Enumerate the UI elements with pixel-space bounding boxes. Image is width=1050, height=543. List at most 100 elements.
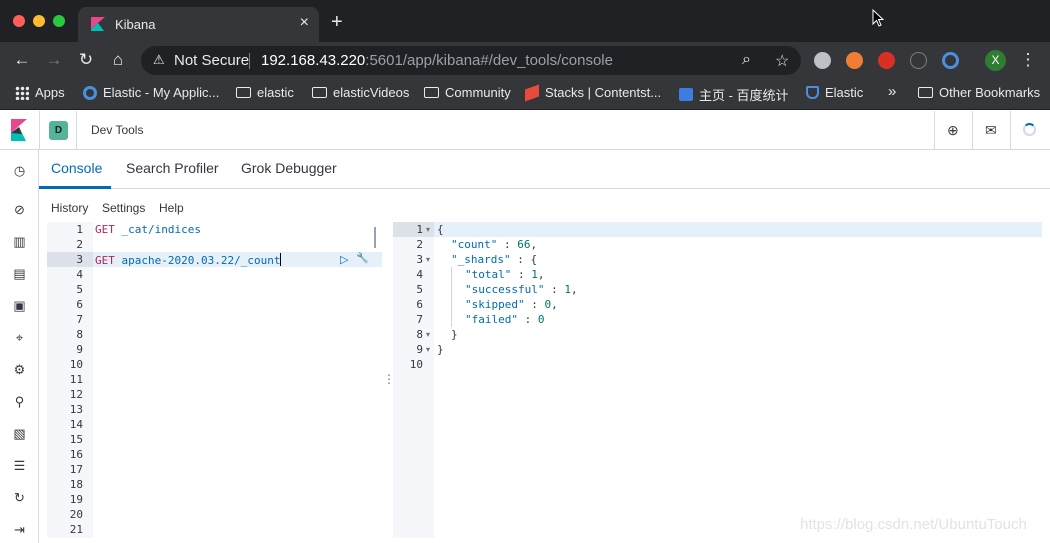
bookmark-elastic[interactable]: Elastic: [806, 85, 863, 100]
tab-console[interactable]: Console: [51, 160, 102, 176]
bookmark-stacks-contentstack[interactable]: Stacks | Contentst...: [525, 83, 661, 102]
newsfeed-mail-icon[interactable]: ✉: [985, 122, 997, 139]
json-value: 1: [531, 268, 538, 281]
wrench-icon[interactable]: 🔧: [356, 253, 368, 264]
editor-line-number: 7: [76, 313, 83, 326]
json-punctuation: ,: [530, 238, 538, 251]
json-value: 1: [564, 283, 571, 296]
url-text[interactable]: 192.168.43.220:5601/app/kibana#/dev_tool…: [261, 52, 613, 69]
maps-icon[interactable]: ⌖: [11, 329, 28, 346]
baidu-tongji-favicon: [679, 88, 693, 101]
elastic-favicon: [83, 85, 97, 100]
zoom-window-button[interactable]: [53, 15, 65, 27]
tab-grok-debugger[interactable]: Grok Debugger: [241, 160, 337, 176]
help-lifebuoy-icon[interactable]: ⊕: [947, 122, 959, 139]
recent-clock-icon[interactable]: ◷: [11, 162, 28, 179]
help-link[interactable]: Help: [159, 201, 184, 215]
editor-line-number: 18: [69, 478, 83, 491]
editor-line-number: 16: [69, 448, 83, 461]
new-tab-button[interactable]: +: [331, 12, 343, 32]
extension-blue-ring-icon[interactable]: [942, 52, 959, 69]
editor-line-number: 13: [69, 403, 83, 416]
bookmark-elasticvideos-folder[interactable]: elasticVideos: [312, 85, 409, 100]
home-icon[interactable]: ⌂: [107, 49, 129, 71]
ml-icon[interactable]: ⚙: [11, 361, 28, 378]
settings-link[interactable]: Settings: [102, 201, 145, 215]
minimize-window-button[interactable]: [33, 15, 45, 27]
output-line-number: 1: [416, 223, 423, 236]
discover-compass-icon[interactable]: ⊘: [11, 201, 28, 218]
dashboard-icon[interactable]: ▤: [11, 265, 28, 282]
editor-line-number: 8: [76, 328, 83, 341]
json-separator: :: [511, 268, 532, 281]
browser-tab-kibana[interactable]: Kibana ×: [78, 7, 319, 42]
output-line-number: 9: [416, 343, 423, 356]
editor-line-1[interactable]: GET _cat/indices: [95, 223, 201, 236]
extension-stop-hand-icon[interactable]: [878, 52, 895, 69]
output-line: "failed" : 0: [465, 313, 544, 326]
bookmark-apps[interactable]: Apps: [15, 85, 65, 100]
siem-icon[interactable]: ⚲: [11, 393, 28, 410]
editor-line-number: 6: [76, 298, 83, 311]
uptime-icon[interactable]: ↻: [11, 489, 28, 506]
request-editor[interactable]: 1 2 3 4 5 6 7 8 9 10 11 12 13 14 15 16 17 18 19 20 21 GET _c…: [47, 222, 382, 538]
bookmark-other-bookmarks[interactable]: Other Bookmarks: [918, 85, 1040, 100]
bookmark-community-folder[interactable]: Community: [424, 85, 511, 100]
output-line: "count" : 66,: [451, 238, 537, 251]
bookmark-elastic-my-applic[interactable]: Elastic - My Applic...: [83, 85, 219, 100]
zoom-icon[interactable]: ⌕: [742, 51, 751, 69]
output-line-number: 4: [416, 268, 423, 281]
response-output: 1 ▾ 2 3 ▾ 4 5 6 7 8 ▾ 9 ▾ 10{"count" : 66, "_shards" :…: [393, 222, 1050, 538]
editor-scrollbar[interactable]: [374, 227, 376, 248]
json-value: 0: [537, 313, 545, 326]
forward-icon[interactable]: →: [43, 49, 65, 71]
tab-close-icon[interactable]: ×: [300, 14, 309, 32]
bookmark-label: elasticVideos: [333, 85, 410, 100]
folder-icon: [424, 87, 439, 98]
json-separator: :: [517, 313, 538, 326]
header-divider: [76, 111, 77, 150]
folder-icon: [236, 87, 251, 98]
text-caret: [280, 253, 282, 266]
star-icon[interactable]: ☆: [775, 51, 789, 71]
fold-toggle-icon[interactable]: ▾: [426, 330, 430, 339]
editor-line-number: 3: [76, 253, 83, 266]
fold-toggle-icon[interactable]: ▾: [426, 345, 430, 354]
tab-search-profiler[interactable]: Search Profiler: [126, 160, 219, 176]
profile-avatar[interactable]: X: [985, 50, 1006, 71]
editor-line-3[interactable]: GET apache-2020.03.22/_count: [95, 253, 282, 267]
contentstack-favicon: [525, 83, 539, 102]
address-bar[interactable]: ⚠ Not Secure 192.168.43.220:5601/app/kib…: [141, 46, 801, 75]
extension-info-icon[interactable]: [910, 52, 927, 69]
bookmark-elastic-folder[interactable]: elastic: [236, 85, 294, 100]
editor-line-number: 1: [76, 223, 83, 236]
collapse-nav-icon[interactable]: ⇥: [11, 521, 28, 538]
editor-line-number: 12: [69, 388, 83, 401]
editor-line-number: 11: [69, 373, 83, 386]
close-window-button[interactable]: [13, 15, 25, 27]
extension-record-icon[interactable]: [814, 52, 831, 69]
kibana-logo-icon[interactable]: [11, 119, 27, 141]
json-separator: :: [544, 283, 565, 296]
json-key: "total": [465, 268, 512, 281]
logs-icon[interactable]: ▧: [11, 425, 28, 442]
fold-toggle-icon[interactable]: ▾: [426, 255, 430, 264]
reload-icon[interactable]: ↻: [75, 49, 97, 71]
output-line: "_shards" : {: [451, 253, 537, 266]
indent-guide: [451, 267, 452, 327]
run-request-icon[interactable]: ▷: [340, 253, 348, 266]
space-avatar[interactable]: D: [49, 121, 68, 140]
output-line-number: 8: [416, 328, 423, 341]
fold-toggle-icon[interactable]: ▾: [426, 225, 430, 234]
bookmark-baidu-tongji[interactable]: 主页 - 百度统计: [679, 85, 789, 104]
http-method: GET: [95, 223, 115, 236]
canvas-icon[interactable]: ▣: [11, 297, 28, 314]
visualize-icon[interactable]: ▥: [11, 233, 28, 250]
history-link[interactable]: History: [51, 201, 88, 215]
infrastructure-icon[interactable]: ☰: [11, 457, 28, 474]
back-icon[interactable]: ←: [11, 49, 33, 71]
menu-icon[interactable]: ⋮: [1017, 49, 1039, 71]
extension-orange-icon[interactable]: [846, 52, 863, 69]
output-line-number: 10: [409, 358, 423, 371]
bookmarks-overflow-chevron[interactable]: »: [888, 83, 896, 100]
